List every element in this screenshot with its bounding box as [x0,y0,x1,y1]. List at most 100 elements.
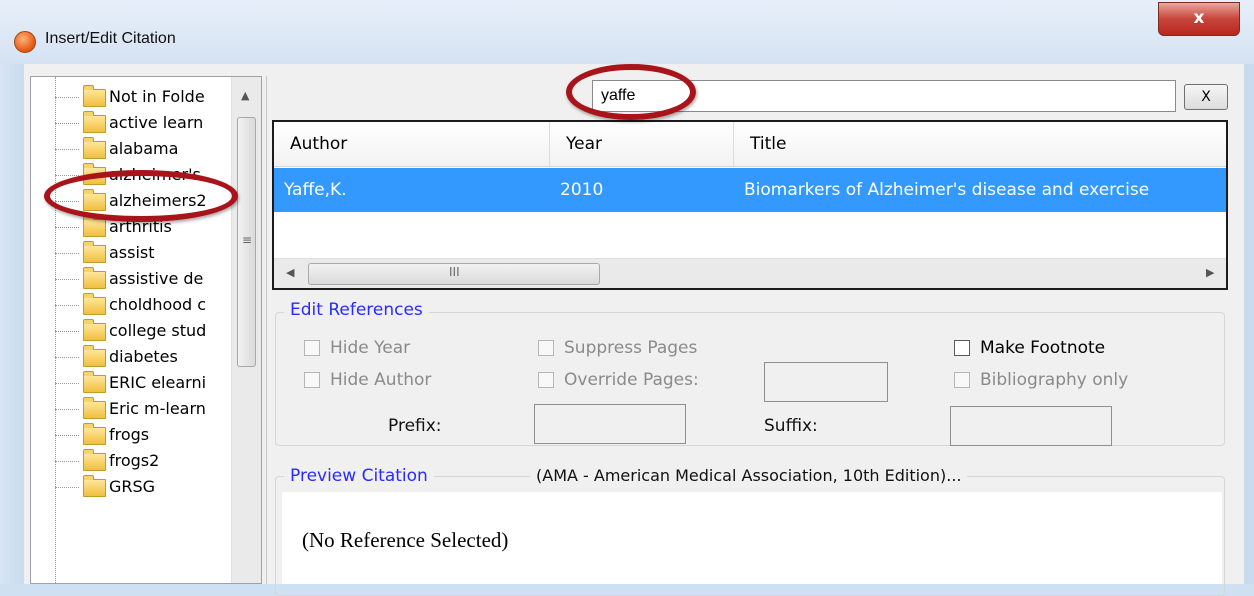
tree-connector-line [55,305,79,306]
clear-search-button[interactable]: X [1184,84,1228,110]
cell-year: 2010 [560,180,604,200]
tree-folder-label: Eric m-learn [109,399,206,418]
folder-icon [83,371,106,393]
tree-folder-item[interactable]: Not in Folde [55,85,231,111]
column-header-author[interactable]: Author [274,122,550,166]
scroll-left-arrow-icon[interactable]: ◀ [286,266,294,279]
tree-connector-line [55,357,79,358]
tree-folder-label: alabama [109,139,179,158]
window-frame-right [1244,64,1254,584]
tree-folder-item[interactable]: GRSG [55,475,231,501]
tree-folder-label: Not in Folde [109,87,205,106]
tree-connector-line [55,97,79,98]
tree-connector-line [55,331,79,332]
tree-folder-label: GRSG [109,477,156,496]
override-pages-field[interactable] [764,362,888,402]
search-highlight-annotation [566,64,696,120]
tree-folder-item[interactable]: choldhood c [55,293,231,319]
tree-connector-line [55,409,79,410]
tree-connector-line [55,149,79,150]
folder-icon [83,111,106,133]
make-footnote-label: Make Footnote [980,338,1106,358]
override-pages-label: Override Pages: [564,370,699,390]
checkbox-box[interactable] [954,340,970,356]
checkbox-box[interactable] [954,372,970,388]
tree-folder-label: frogs [109,425,150,444]
window-frame-left [0,64,24,584]
tree-connector-line [55,123,79,124]
tree-folder-item[interactable]: active learn [55,111,231,137]
tree-vertical-scrollbar[interactable]: ▲ ≡ [231,77,261,583]
folder-icon [83,85,106,107]
scroll-grip-icon: ≡ [242,233,253,247]
folder-icon [83,241,106,263]
hide-year-label: Hide Year [330,338,411,358]
folder-icon [83,423,106,445]
bibliography-only-label: Bibliography only [980,370,1129,390]
grid-scroll-thumb[interactable]: III [308,263,600,285]
results-grid[interactable]: Author Year Title Yaffe,K. 2010 Biomarke… [272,120,1228,290]
pane-divider[interactable] [266,76,267,584]
checkbox-box[interactable] [538,372,554,388]
tree-folder-item[interactable]: Eric m-learn [55,397,231,423]
edit-references-legend: Edit References [284,300,429,320]
column-header-year[interactable]: Year [550,122,734,166]
cell-author: Yaffe,K. [284,180,347,200]
suppress-pages-label: Suppress Pages [564,338,698,358]
tree-folder-item[interactable]: college stud [55,319,231,345]
tree-folder-label: ERIC elearni [109,373,207,392]
tree-folder-item[interactable]: frogs [55,423,231,449]
citation-style-label[interactable]: (AMA - American Medical Association, 10t… [530,466,968,485]
tree-folder-label: choldhood c [109,295,207,314]
grid-horizontal-scrollbar[interactable]: ◀ III ▶ [274,258,1226,288]
scroll-up-arrow-icon[interactable]: ▲ [241,89,249,102]
preview-citation-legend: Preview Citation [284,466,434,486]
tree-scroll-thumb[interactable]: ≡ [237,117,256,367]
prefix-field[interactable] [534,404,686,444]
prefix-label: Prefix: [388,416,442,436]
tree-folder-item[interactable]: frogs2 [55,449,231,475]
folder-icon [83,137,106,159]
app-logo-icon [14,31,36,53]
tree-connector-line [55,383,79,384]
tree-folder-label: college stud [109,321,207,340]
suffix-field[interactable] [950,406,1112,446]
suffix-label: Suffix: [764,416,818,436]
tree-folder-item[interactable]: diabetes [55,345,231,371]
folder-icon [83,449,106,471]
tree-folder-item[interactable]: alabama [55,137,231,163]
close-button[interactable]: x [1158,2,1240,36]
folder-icon [83,475,106,497]
tree-connector-line [55,279,79,280]
cell-title: Biomarkers of Alzheimer's disease and ex… [744,180,1150,200]
window-title: Insert/Edit Citation [45,30,176,47]
tree-folder-item[interactable]: assistive de [55,267,231,293]
folder-icon [83,397,106,419]
folder-icon [83,345,106,367]
tree-connector-line [55,487,79,488]
tree-folder-item[interactable]: assist [55,241,231,267]
tree-connector-line [55,253,79,254]
tree-folder-label: active learn [109,113,204,132]
column-header-title[interactable]: Title [734,122,1226,166]
tree-connector-line [55,227,79,228]
preview-citation-text: (No Reference Selected) [302,528,509,552]
grid-header: Author Year Title [274,122,1226,167]
title-bar: Insert/Edit Citation x [0,0,1254,64]
folder-icon [83,319,106,341]
tree-folder-label: assist [109,243,155,262]
checkbox-box[interactable] [538,340,554,356]
scroll-right-arrow-icon[interactable]: ▶ [1206,266,1214,279]
table-row[interactable]: Yaffe,K. 2010 Biomarkers of Alzheimer's … [274,168,1226,212]
scroll-grip-label: III [449,265,460,279]
tree-connector-line [55,435,79,436]
folder-tree[interactable]: Not in Folde active learn alabama alzheimer… [30,76,262,584]
checkbox-box[interactable] [304,340,320,356]
tree-folder-label: assistive de [109,269,204,288]
folder-highlight-annotation [44,170,238,222]
hide-author-label: Hide Author [330,370,432,390]
folder-icon [83,215,106,237]
tree-folder-label: frogs2 [109,451,160,470]
checkbox-box[interactable] [304,372,320,388]
tree-folder-item[interactable]: ERIC elearni [55,371,231,397]
